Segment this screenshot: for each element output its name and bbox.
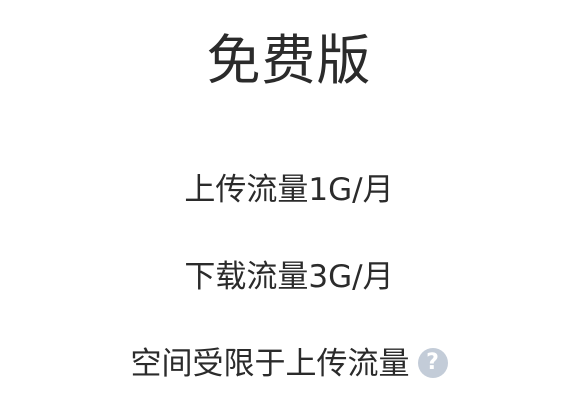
feature-storage-text: 空间受限于上传流量	[130, 346, 410, 382]
plan-card: 免费版 上传流量1G/月 下载流量3G/月 空间受限于上传流量?	[0, 0, 578, 414]
feature-upload-text: 上传流量1G/月	[184, 172, 394, 208]
feature-download-text: 下载流量3G/月	[184, 259, 394, 295]
plan-title: 免费版	[206, 29, 372, 92]
feature-download-quota: 下载流量3G/月	[0, 257, 578, 297]
question-mark-icon[interactable]: ?	[417, 347, 448, 378]
feature-storage-limit: 空间受限于上传流量?	[0, 344, 578, 384]
feature-upload-quota: 上传流量1G/月	[0, 170, 578, 210]
